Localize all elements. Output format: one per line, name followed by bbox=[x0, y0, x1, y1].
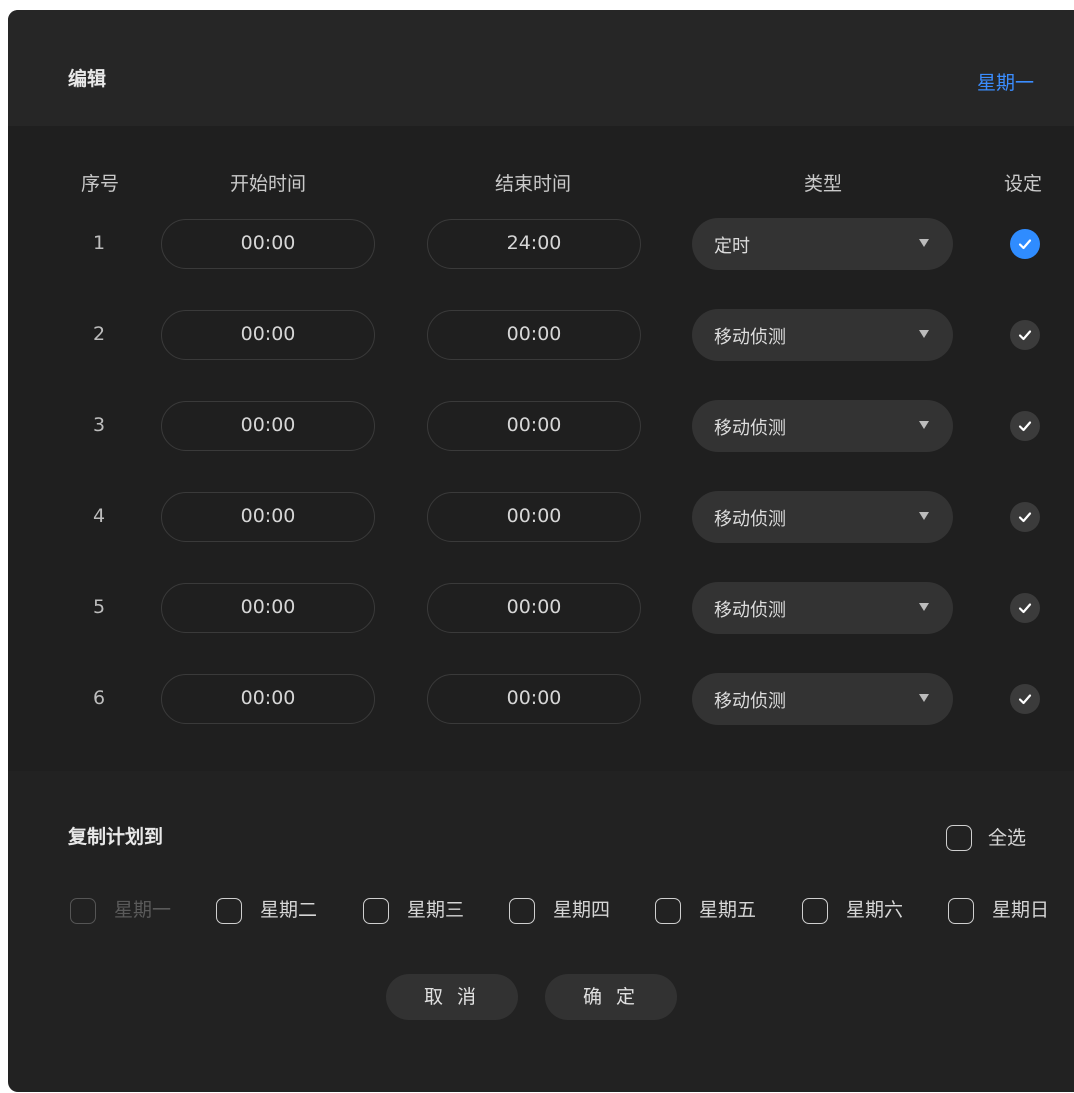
schedule-row: 3 00:00 00:00 移动侦测 bbox=[8, 400, 1074, 452]
check-icon bbox=[1018, 603, 1032, 614]
start-time-input[interactable]: 00:00 bbox=[161, 583, 375, 633]
type-select[interactable]: 移动侦测 bbox=[692, 673, 953, 725]
end-time-input[interactable]: 00:00 bbox=[427, 310, 641, 360]
day-checkbox[interactable] bbox=[509, 898, 535, 924]
set-checkbox[interactable] bbox=[1010, 320, 1040, 350]
type-select[interactable]: 移动侦测 bbox=[692, 582, 953, 634]
dropdown-arrow-icon bbox=[919, 694, 929, 702]
day-checkbox-label: 星期四 bbox=[553, 899, 611, 921]
start-time-input[interactable]: 00:00 bbox=[161, 674, 375, 724]
set-checkbox[interactable] bbox=[1010, 411, 1040, 441]
start-time-input[interactable]: 00:00 bbox=[161, 219, 375, 269]
set-checkbox[interactable] bbox=[1010, 684, 1040, 714]
column-header-end-time: 结束时间 bbox=[494, 173, 571, 195]
type-select-value: 移动侦测 bbox=[714, 691, 786, 712]
day-checkbox bbox=[70, 898, 96, 924]
row-index: 1 bbox=[92, 232, 106, 254]
day-checkbox-label: 星期一 bbox=[114, 899, 172, 921]
dialog-header: 编辑 星期一 bbox=[8, 10, 1074, 126]
type-select-value: 移动侦测 bbox=[714, 509, 786, 530]
dropdown-arrow-icon bbox=[919, 512, 929, 520]
end-time-input[interactable]: 00:00 bbox=[427, 401, 641, 451]
edit-schedule-dialog: 编辑 星期一 序号 开始时间 结束时间 类型 设定 1 00:00 24:00 定时 2… bbox=[8, 10, 1074, 1092]
end-time-input[interactable]: 00:00 bbox=[427, 492, 641, 542]
row-index: 3 bbox=[92, 414, 106, 436]
set-checkbox[interactable] bbox=[1010, 593, 1040, 623]
schedule-row: 6 00:00 00:00 移动侦测 bbox=[8, 673, 1074, 725]
type-select-value: 移动侦测 bbox=[714, 600, 786, 621]
schedule-row: 5 00:00 00:00 移动侦测 bbox=[8, 582, 1074, 634]
schedule-row: 1 00:00 24:00 定时 bbox=[8, 218, 1074, 270]
check-icon bbox=[1018, 512, 1032, 523]
dropdown-arrow-icon bbox=[919, 421, 929, 429]
column-header-type: 类型 bbox=[803, 173, 842, 195]
type-select-value: 定时 bbox=[714, 236, 750, 257]
type-select-value: 移动侦测 bbox=[714, 418, 786, 439]
day-checkbox[interactable] bbox=[655, 898, 681, 924]
start-time-input[interactable]: 00:00 bbox=[161, 310, 375, 360]
start-time-input[interactable]: 00:00 bbox=[161, 401, 375, 451]
type-select[interactable]: 移动侦测 bbox=[692, 309, 953, 361]
day-checkbox[interactable] bbox=[216, 898, 242, 924]
dropdown-arrow-icon bbox=[919, 603, 929, 611]
check-icon bbox=[1018, 694, 1032, 705]
row-index: 4 bbox=[92, 505, 106, 527]
schedule-row: 2 00:00 00:00 移动侦测 bbox=[8, 309, 1074, 361]
end-time-input[interactable]: 24:00 bbox=[427, 219, 641, 269]
day-checkbox[interactable] bbox=[948, 898, 974, 924]
end-time-input[interactable]: 00:00 bbox=[427, 583, 641, 633]
dropdown-arrow-icon bbox=[919, 239, 929, 247]
day-checkbox-label: 星期三 bbox=[407, 899, 465, 921]
type-select-value: 移动侦测 bbox=[714, 327, 786, 348]
type-select[interactable]: 移动侦测 bbox=[692, 491, 953, 543]
check-icon bbox=[1018, 421, 1032, 432]
set-checkbox[interactable] bbox=[1010, 502, 1040, 532]
dialog-title: 编辑 bbox=[68, 68, 107, 90]
check-icon bbox=[1018, 239, 1032, 250]
row-index: 2 bbox=[92, 323, 106, 345]
confirm-button[interactable]: 确 定 bbox=[545, 974, 677, 1020]
row-index: 5 bbox=[92, 596, 106, 618]
day-checkbox-label: 星期六 bbox=[846, 899, 904, 921]
cancel-button[interactable]: 取 消 bbox=[386, 974, 518, 1020]
current-day-label: 星期一 bbox=[976, 72, 1034, 94]
select-all-checkbox[interactable] bbox=[946, 825, 972, 851]
schedule-row: 4 00:00 00:00 移动侦测 bbox=[8, 491, 1074, 543]
day-checkbox-label: 星期日 bbox=[992, 899, 1050, 921]
end-time-input[interactable]: 00:00 bbox=[427, 674, 641, 724]
row-index: 6 bbox=[92, 687, 106, 709]
check-icon bbox=[1018, 330, 1032, 341]
set-checkbox[interactable] bbox=[1010, 229, 1040, 259]
column-header-index: 序号 bbox=[80, 173, 119, 195]
column-header-start-time: 开始时间 bbox=[229, 173, 306, 195]
day-checkbox-label: 星期二 bbox=[260, 899, 318, 921]
dropdown-arrow-icon bbox=[919, 330, 929, 338]
day-checkbox-label: 星期五 bbox=[699, 899, 757, 921]
day-checkbox[interactable] bbox=[363, 898, 389, 924]
column-header-set: 设定 bbox=[1003, 173, 1042, 195]
start-time-input[interactable]: 00:00 bbox=[161, 492, 375, 542]
copy-schedule-title: 复制计划到 bbox=[68, 826, 164, 848]
select-all-label: 全选 bbox=[988, 827, 1027, 849]
day-checkbox[interactable] bbox=[802, 898, 828, 924]
type-select[interactable]: 定时 bbox=[692, 218, 953, 270]
type-select[interactable]: 移动侦测 bbox=[692, 400, 953, 452]
